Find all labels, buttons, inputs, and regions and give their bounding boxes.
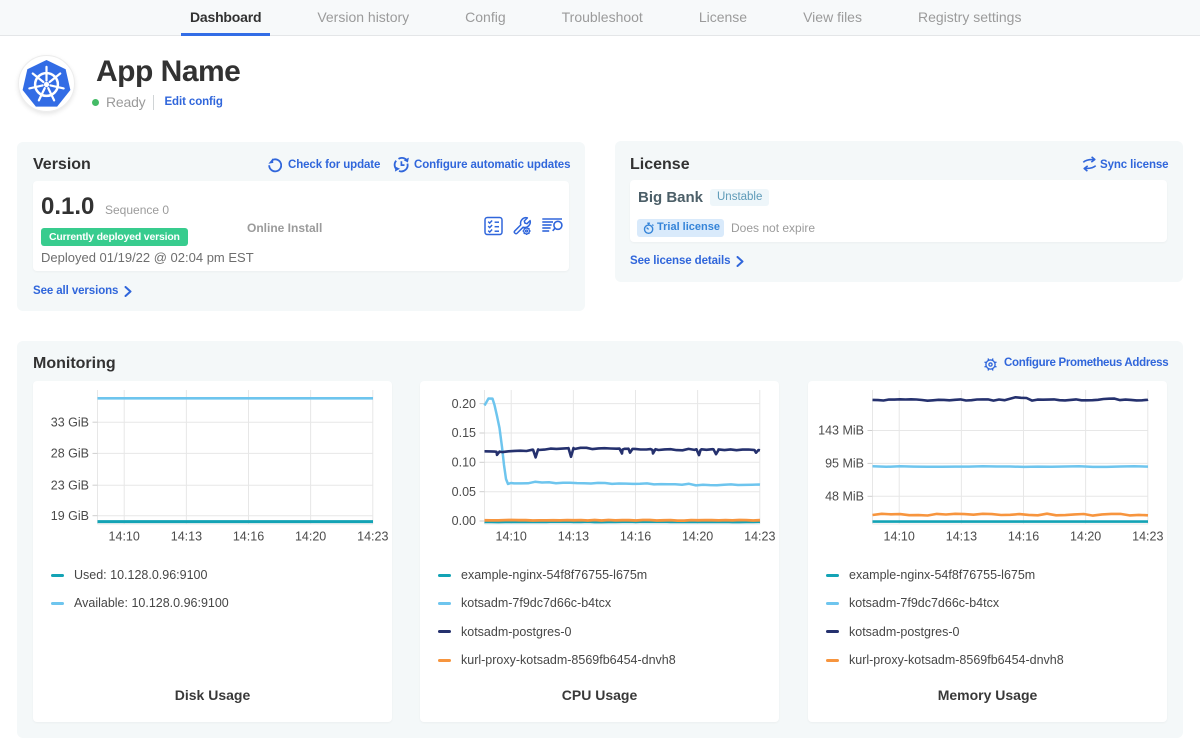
svg-text:14:10: 14:10 [109, 530, 140, 544]
svg-text:28 GiB: 28 GiB [51, 447, 89, 461]
svg-text:14:13: 14:13 [558, 530, 589, 544]
svg-text:0.00: 0.00 [452, 514, 476, 528]
svg-text:143 MiB: 143 MiB [818, 424, 864, 438]
svg-text:14:16: 14:16 [233, 530, 264, 544]
svg-text:14:16: 14:16 [1008, 530, 1039, 544]
svg-text:14:16: 14:16 [620, 530, 651, 544]
svg-text:14:23: 14:23 [744, 530, 775, 544]
svg-text:14:13: 14:13 [946, 530, 977, 544]
svg-text:0.10: 0.10 [452, 456, 476, 470]
svg-text:33 GiB: 33 GiB [51, 415, 89, 429]
svg-text:19 GiB: 19 GiB [51, 509, 89, 523]
svg-text:0.20: 0.20 [452, 397, 476, 411]
svg-text:14:20: 14:20 [682, 530, 713, 544]
svg-text:14:20: 14:20 [295, 530, 326, 544]
svg-text:0.15: 0.15 [452, 426, 476, 440]
svg-text:14:23: 14:23 [357, 530, 388, 544]
svg-text:14:13: 14:13 [171, 530, 202, 544]
svg-text:14:10: 14:10 [496, 530, 527, 544]
svg-text:14:23: 14:23 [1132, 530, 1163, 544]
svg-text:95 MiB: 95 MiB [825, 457, 864, 471]
svg-text:0.05: 0.05 [452, 485, 476, 499]
svg-text:14:20: 14:20 [1070, 530, 1101, 544]
svg-text:14:10: 14:10 [884, 530, 915, 544]
svg-text:48 MiB: 48 MiB [825, 490, 864, 504]
svg-text:23 GiB: 23 GiB [51, 478, 89, 492]
